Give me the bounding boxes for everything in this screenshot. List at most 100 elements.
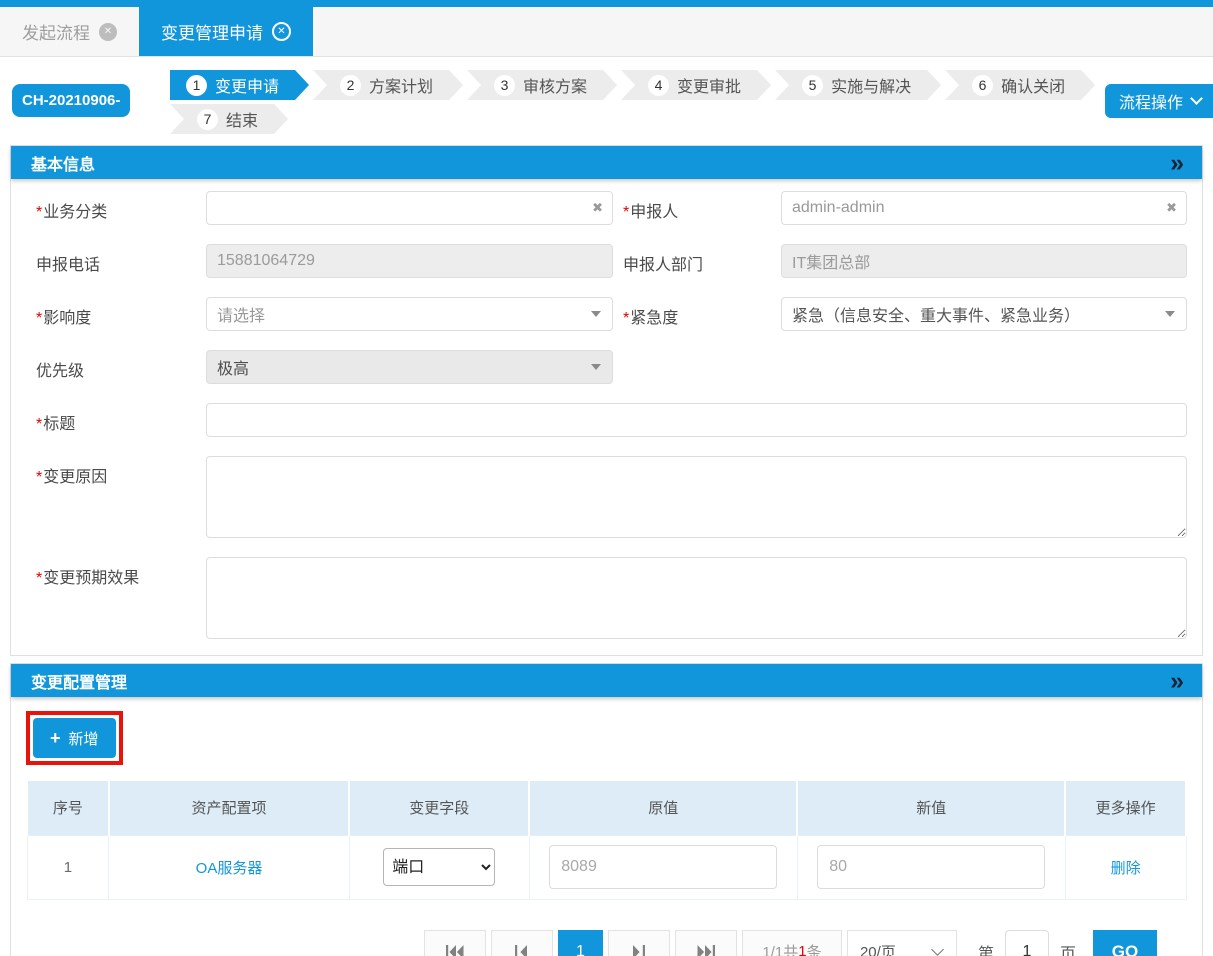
step-review-plan[interactable]: 3 审核方案 xyxy=(467,70,617,100)
step-change-request[interactable]: 1 变更申请 xyxy=(170,70,309,100)
change-field-select[interactable]: 端口 xyxy=(383,848,495,886)
step-change-approval[interactable]: 4 变更审批 xyxy=(621,70,771,100)
field-label: *变更原因 xyxy=(26,456,206,487)
column-header-seq: 序号 xyxy=(27,781,109,835)
process-actions-button[interactable]: 流程操作 xyxy=(1105,84,1213,118)
applicant-input[interactable] xyxy=(781,191,1187,225)
go-button[interactable]: GO xyxy=(1093,930,1157,956)
step-end[interactable]: 7 结束 xyxy=(170,104,288,134)
delete-link[interactable]: 删除 xyxy=(1111,860,1141,877)
step-number: 1 xyxy=(186,75,207,96)
first-page-button[interactable] xyxy=(424,930,486,956)
expected-effect-group: *变更预期效果 xyxy=(26,557,1187,639)
top-accent-bar xyxy=(0,0,1213,7)
prev-page-icon xyxy=(515,944,528,956)
actions-cell: 删除 xyxy=(1065,835,1186,899)
step-implement-resolve[interactable]: 5 实施与解决 xyxy=(775,70,941,100)
change-reason-textarea[interactable] xyxy=(206,456,1187,538)
current-page-button[interactable]: 1 xyxy=(558,930,603,956)
step-confirm-close[interactable]: 6 确认关闭 xyxy=(945,70,1095,100)
field-label: *影响度 xyxy=(26,297,206,328)
form-row: 申报电话 申报人部门 xyxy=(26,244,1187,278)
goto-page-suffix: 页 xyxy=(1060,940,1076,956)
required-asterisk: * xyxy=(36,416,42,433)
collapse-icon[interactable]: » xyxy=(1170,148,1182,178)
step-plan[interactable]: 2 方案计划 xyxy=(313,70,463,100)
title-input[interactable] xyxy=(206,403,1187,437)
column-header-old-value: 原值 xyxy=(529,781,797,835)
new-value-cell xyxy=(797,835,1065,899)
required-asterisk: * xyxy=(623,310,629,327)
step-label: 审核方案 xyxy=(523,73,587,97)
change-code-badge: CH-20210906- xyxy=(12,84,130,117)
basic-info-header: 基本信息 » xyxy=(11,146,1202,179)
required-asterisk: * xyxy=(623,204,629,221)
clear-icon[interactable]: ✖ xyxy=(592,200,603,216)
tab-close-icon[interactable]: ✕ xyxy=(99,23,117,41)
form-row: *变更原因 xyxy=(26,456,1187,538)
field-cell: 端口 xyxy=(349,835,529,899)
goto-page-input[interactable] xyxy=(1005,930,1049,956)
chevron-down-icon xyxy=(931,943,944,956)
pagination-summary: 1/1共1条 xyxy=(742,930,842,956)
tab-label: 发起流程 xyxy=(22,19,90,44)
field-label: 申报电话 xyxy=(26,244,206,275)
chevron-down-icon xyxy=(1190,92,1203,105)
tab-close-icon[interactable]: ✕ xyxy=(272,22,291,41)
step-number: 7 xyxy=(197,109,218,130)
clear-icon[interactable]: ✖ xyxy=(1166,200,1177,216)
next-page-button[interactable] xyxy=(608,930,670,956)
field-label: *申报人 xyxy=(613,191,781,222)
tab-initiate-process[interactable]: 发起流程 ✕ xyxy=(0,7,139,56)
report-phone-group: 申报电话 xyxy=(26,244,613,278)
next-page-icon xyxy=(632,944,645,956)
section-title: 变更配置管理 xyxy=(31,669,127,693)
field-label: 申报人部门 xyxy=(613,244,781,275)
add-button-label: 新增 xyxy=(69,728,99,749)
dropdown-arrow-icon xyxy=(591,311,601,317)
dropdown-arrow-icon xyxy=(591,364,601,370)
urgency-select[interactable]: 紧急（信息安全、重大事件、紧急业务） xyxy=(781,297,1187,331)
form-row: *变更预期效果 xyxy=(26,557,1187,639)
expected-effect-textarea[interactable] xyxy=(206,557,1187,639)
department-input xyxy=(781,244,1187,278)
old-value-input[interactable] xyxy=(549,845,777,889)
business-category-group: *业务分类 ✖ xyxy=(26,191,613,225)
step-number: 6 xyxy=(972,75,993,96)
plus-icon: + xyxy=(50,729,61,747)
field-label: 优先级 xyxy=(26,350,206,381)
collapse-icon[interactable]: » xyxy=(1170,666,1182,696)
new-value-input[interactable] xyxy=(817,845,1045,889)
step-number: 3 xyxy=(494,75,515,96)
form-row: 优先级 极高 xyxy=(26,350,1187,384)
column-header-new-value: 新值 xyxy=(797,781,1065,835)
config-items-table: 序号 资产配置项 变更字段 原值 新值 更多操作 1 OA服务器 xyxy=(26,781,1187,900)
last-page-button[interactable] xyxy=(675,930,737,956)
tab-label: 变更管理申请 xyxy=(161,19,263,44)
add-config-item-button[interactable]: + 新增 xyxy=(33,718,116,758)
add-button-red-highlight: + 新增 xyxy=(26,711,123,765)
field-label: *紧急度 xyxy=(613,297,781,328)
priority-group: 优先级 极高 xyxy=(26,350,613,384)
step-label: 确认关闭 xyxy=(1001,73,1065,97)
impact-group: *影响度 请选择 xyxy=(26,297,613,331)
prev-page-button[interactable] xyxy=(491,930,553,956)
required-asterisk: * xyxy=(36,469,42,486)
last-page-icon xyxy=(697,944,715,956)
asset-link[interactable]: OA服务器 xyxy=(196,860,263,877)
change-config-body: + 新增 序号 资产配置项 变更字段 原值 新值 更多操作 xyxy=(11,697,1202,956)
impact-select[interactable]: 请选择 xyxy=(206,297,613,331)
required-asterisk: * xyxy=(36,310,42,327)
process-actions-label: 流程操作 xyxy=(1119,89,1183,113)
field-label: *变更预期效果 xyxy=(26,557,206,588)
business-category-input[interactable] xyxy=(206,191,613,225)
form-row: *标题 xyxy=(26,403,1187,437)
tab-bar: 发起流程 ✕ 变更管理申请 ✕ xyxy=(0,7,1213,57)
seq-cell: 1 xyxy=(27,835,109,899)
workflow-header: CH-20210906- 1 变更申请 2 方案计划 3 审核方案 4 变更审批 xyxy=(0,57,1213,145)
tab-change-management-request[interactable]: 变更管理申请 ✕ xyxy=(139,7,313,56)
column-header-asset: 资产配置项 xyxy=(109,781,349,835)
goto-page-prefix: 第 xyxy=(978,940,994,956)
page-size-select[interactable]: 20/页 xyxy=(847,930,957,956)
basic-info-body: *业务分类 ✖ *申报人 ✖ 申报电话 xyxy=(11,179,1202,655)
